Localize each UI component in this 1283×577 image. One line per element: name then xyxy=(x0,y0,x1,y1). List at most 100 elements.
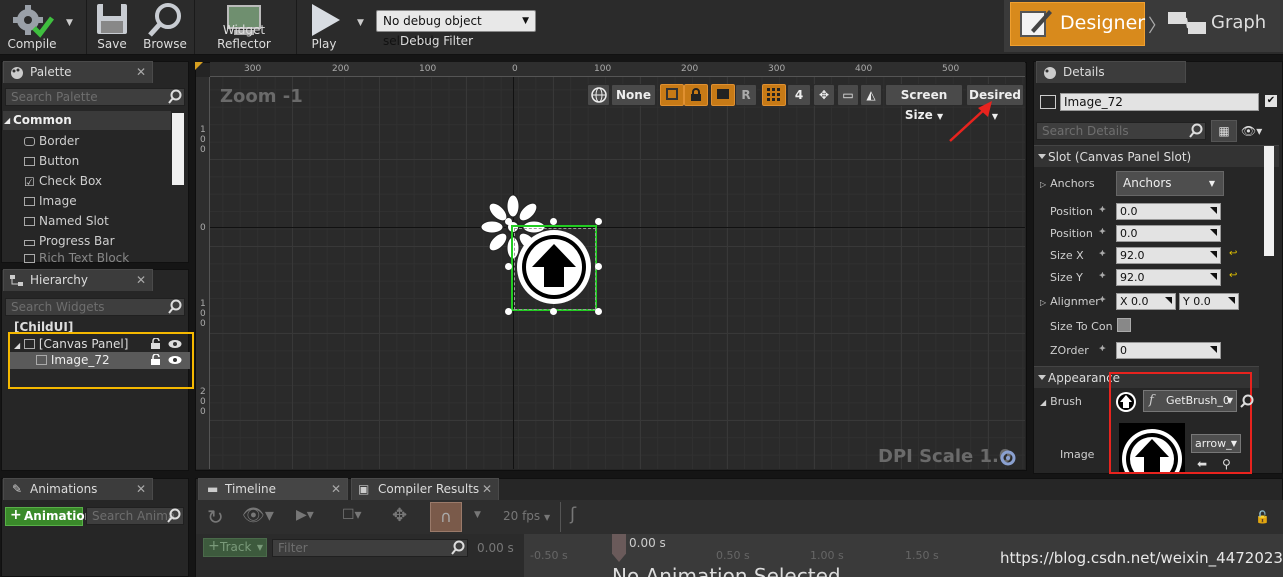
palette-item-rich-text-block[interactable]: Rich Text Block xyxy=(24,251,129,263)
details-search-input[interactable]: Search Details xyxy=(1036,122,1206,140)
lock-icon[interactable]: 🔓 xyxy=(1255,510,1270,524)
design-surface[interactable] xyxy=(210,77,1025,469)
property-binding-icon[interactable]: ⯌ xyxy=(1099,295,1106,305)
eye-icon[interactable] xyxy=(168,355,182,365)
close-icon[interactable]: ✕ xyxy=(136,270,146,291)
palette-item-progress-bar[interactable]: Progress Bar xyxy=(24,231,115,251)
camera-view-icon[interactable]: 👁▾ xyxy=(242,505,274,526)
lock-layout-icon[interactable] xyxy=(684,84,708,106)
grid-snap-icon[interactable] xyxy=(762,84,786,106)
tab-compiler-results[interactable]: ▣ Compiler Results ✕ xyxy=(351,478,499,500)
snap-magnet-icon[interactable]: ∩ xyxy=(430,502,462,532)
tab-palette[interactable]: Palette ✕ xyxy=(3,61,153,83)
widget-reflector-button[interactable]: Widget Reflector xyxy=(196,0,292,54)
move-keys-icon[interactable]: ✥ xyxy=(392,505,407,526)
size-x-input[interactable]: 92.0 xyxy=(1116,247,1221,264)
alignment-y-input[interactable]: Y 0.0 xyxy=(1179,293,1239,310)
hierarchy-item-image[interactable]: Image_72 xyxy=(36,353,110,367)
brush-binding-arrow-icon[interactable] xyxy=(1115,391,1137,413)
track-filter-input[interactable]: Filter xyxy=(272,539,468,557)
fps-dropdown[interactable]: 20 fps ▼ xyxy=(503,509,550,523)
size-to-content-checkbox[interactable] xyxy=(1117,318,1131,332)
property-binding-icon[interactable]: ⯌ xyxy=(1099,344,1106,354)
close-icon[interactable]: ✕ xyxy=(136,62,146,83)
hierarchy-search-input[interactable]: Search Widgets xyxy=(5,298,185,316)
position-y-input[interactable]: 0.0 xyxy=(1116,225,1221,242)
browse-asset-icon[interactable]: ⚲ xyxy=(1222,457,1231,471)
resize-handle-top-right[interactable] xyxy=(595,218,602,225)
selection-box-icon[interactable]: ☐▾ xyxy=(342,507,362,523)
grid-size-button[interactable]: 4 xyxy=(787,84,811,106)
browse-button[interactable]: Browse xyxy=(140,0,190,54)
resize-handle-bottom-left[interactable] xyxy=(505,308,512,315)
resize-handle-bottom[interactable] xyxy=(550,308,557,315)
animations-search-input[interactable]: Search Anima xyxy=(86,507,184,525)
respect-locks-icon[interactable] xyxy=(711,84,735,106)
palette-item-checkbox[interactable]: ☑ Check Box xyxy=(24,171,102,191)
palette-search-input[interactable]: Search Palette xyxy=(5,88,185,106)
palette-item-named-slot[interactable]: Named Slot xyxy=(24,211,109,231)
lock-icon[interactable] xyxy=(150,338,162,350)
current-time-field[interactable]: 0.00 s xyxy=(477,541,514,555)
snap-dropdown-arrow-icon[interactable]: ▼ xyxy=(474,510,481,520)
tab-animations[interactable]: ✎ Animations ✕ xyxy=(3,478,153,500)
play-button[interactable]: Play xyxy=(300,0,348,54)
loop-icon[interactable]: ↻ xyxy=(207,505,224,529)
resize-handle-top[interactable] xyxy=(550,218,557,225)
add-track-button[interactable]: + Track ▼ xyxy=(203,538,267,557)
property-matrix-icon[interactable]: ▦ xyxy=(1211,120,1237,142)
eye-icon[interactable] xyxy=(168,339,182,349)
anchors-dropdown[interactable]: Anchors ▼ xyxy=(1116,171,1224,196)
close-icon[interactable]: ✕ xyxy=(482,479,492,500)
palette-item-button[interactable]: Button xyxy=(24,151,79,171)
play-dropdown-arrow-icon[interactable]: ▼ xyxy=(357,18,364,28)
outline-toggle-icon[interactable] xyxy=(660,84,684,106)
reset-to-default-icon[interactable]: ↩ xyxy=(1229,270,1237,281)
flip-preview-icon[interactable]: ◭ xyxy=(860,84,882,106)
brush-binding-dropdown[interactable]: f GetBrush_0 ▼ xyxy=(1143,390,1237,412)
palette-item-border[interactable]: Border xyxy=(24,131,79,151)
image-asset-dropdown[interactable]: arrow_ ▼ xyxy=(1191,434,1241,453)
is-variable-checkbox[interactable]: ✔ xyxy=(1265,95,1277,107)
palette-item-image[interactable]: Image xyxy=(24,191,77,211)
alignment-x-input[interactable]: X 0.0 xyxy=(1116,293,1176,310)
resize-handle-top-left[interactable] xyxy=(505,218,512,225)
search-icon[interactable] xyxy=(1240,394,1254,408)
zorder-input[interactable]: 0 xyxy=(1116,342,1221,359)
resize-handle-bottom-right[interactable] xyxy=(595,308,602,315)
property-binding-icon[interactable]: ⯌ xyxy=(1099,249,1106,259)
use-selected-arrow-icon[interactable]: ⬅ xyxy=(1197,457,1207,471)
tab-details[interactable]: Details xyxy=(1036,61,1186,83)
globe-icon[interactable] xyxy=(587,84,610,106)
eye-visibility-icon[interactable]: 👁▾ xyxy=(1241,124,1262,138)
lock-icon[interactable] xyxy=(150,354,162,366)
hierarchy-item-canvas-panel[interactable]: ◢ [Canvas Panel] xyxy=(14,337,128,351)
graph-mode-icon[interactable] xyxy=(1166,8,1208,42)
close-icon[interactable]: ✕ xyxy=(331,479,341,500)
debug-object-select[interactable]: No debug object selected ▼ xyxy=(376,10,536,48)
widget-name-input[interactable]: Image_72 xyxy=(1060,93,1259,111)
add-animation-button[interactable]: + Animation xyxy=(5,507,93,526)
resize-handle-right[interactable] xyxy=(595,263,602,270)
property-binding-icon[interactable]: ⯌ xyxy=(1099,227,1106,237)
palette-category-common[interactable]: ◢ Common xyxy=(3,111,171,130)
size-y-input[interactable]: 92.0 xyxy=(1116,269,1221,286)
details-scrollbar[interactable] xyxy=(1264,146,1274,256)
resize-handle-left[interactable] xyxy=(505,263,512,270)
dpi-settings-gear-icon[interactable] xyxy=(999,449,1017,467)
tab-hierarchy[interactable]: Hierarchy ✕ xyxy=(3,269,153,291)
reset-to-default-icon[interactable]: ↩ xyxy=(1229,248,1237,259)
compile-dropdown-arrow-icon[interactable]: ▼ xyxy=(66,18,73,28)
background-image-icon[interactable]: ▭ xyxy=(837,84,859,106)
save-button[interactable]: Save xyxy=(90,0,134,54)
section-slot[interactable]: Slot (Canvas Panel Slot) xyxy=(1034,145,1279,167)
brush-image-thumbnail[interactable] xyxy=(1119,423,1185,472)
localization-none-button[interactable]: None xyxy=(611,84,656,106)
property-binding-icon[interactable]: ⯌ xyxy=(1099,271,1106,281)
palette-scrollbar[interactable] xyxy=(172,113,184,185)
compile-button[interactable]: Compile xyxy=(2,0,62,54)
close-icon[interactable]: ✕ xyxy=(136,479,146,500)
tab-timeline[interactable]: ▬ Timeline ✕ xyxy=(198,478,348,500)
position-x-input[interactable]: 0.0 xyxy=(1116,203,1221,220)
graph-mode-label[interactable]: Graph xyxy=(1211,12,1266,33)
